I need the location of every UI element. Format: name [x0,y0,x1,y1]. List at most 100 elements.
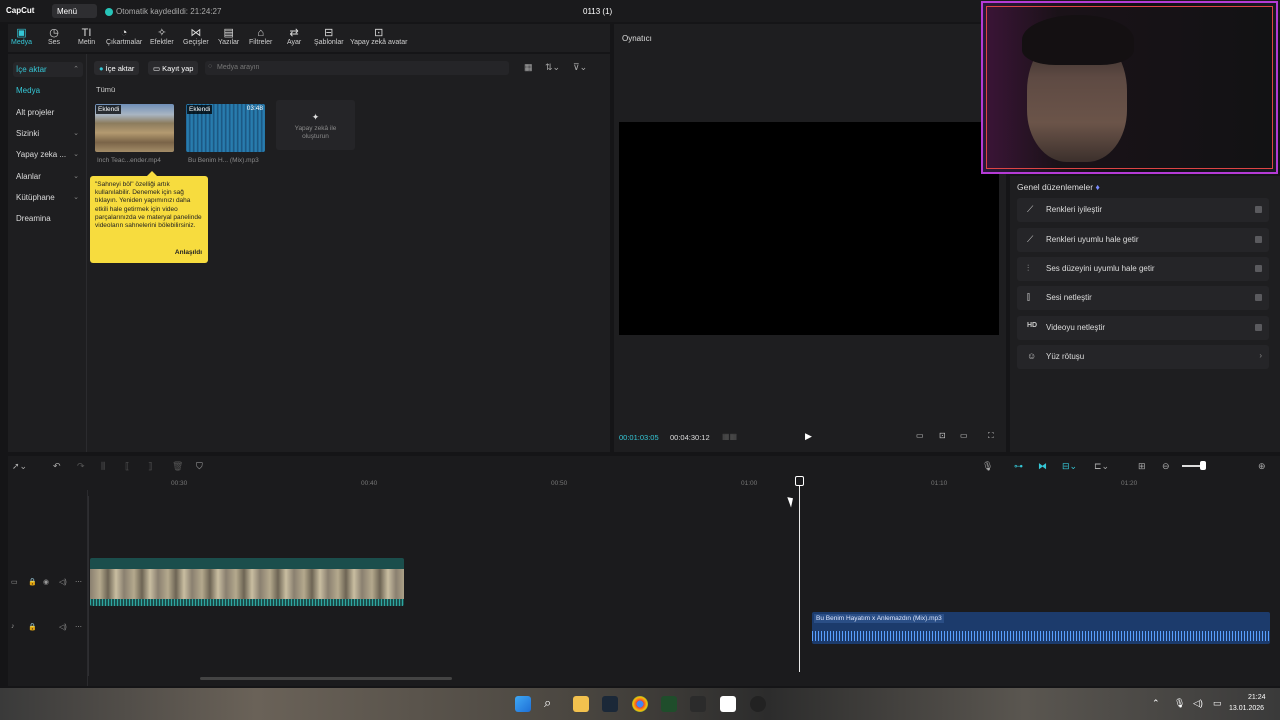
more-icon[interactable]: ⋯ [75,578,82,586]
tool-transitions[interactable]: ⋈ Geçişler [183,27,209,46]
sidenav-item-import[interactable]: İçe aktar ⌃ [13,62,83,77]
search-placeholder: Medya arayın [217,64,260,71]
tooltip-ok-button[interactable]: Anlaşıldı [175,249,202,257]
sort-icon[interactable]: ⇅⌄ [545,62,560,73]
option-enhance-colors[interactable]: ⟋ Renkleri iyileştir [1017,198,1269,222]
tool-captions[interactable]: ▤ Yazılar [218,27,239,46]
menu-button[interactable]: Menü [52,4,97,18]
grid-view-icon[interactable]: ▦ [524,62,533,73]
option-toggle[interactable] [1255,206,1262,213]
undo-icon[interactable]: ↶ [53,461,61,472]
microphone-icon[interactable]: 🎙 [1174,698,1185,709]
sidenav-item-yours[interactable]: Sizinki ⌄ [13,126,83,141]
lock-icon[interactable]: 🔒 [28,578,37,586]
zoom-slider-handle[interactable] [1200,461,1206,470]
tool-filters[interactable]: ⌂ Filtreler [249,27,272,46]
aspect-icon[interactable]: ▭ [960,431,968,440]
video-clip[interactable] [90,558,404,606]
audio-waveform [812,631,1270,641]
play-button[interactable]: ▶ [805,431,812,442]
network-icon[interactable]: ▭ [1213,698,1222,709]
tool-adjust[interactable]: ⇄ Ayar [287,27,301,46]
eye-icon[interactable]: ◉ [43,578,49,586]
filter-icon[interactable]: ⊽⌄ [573,62,587,73]
capcut-icon[interactable] [720,696,736,712]
tool-stickers[interactable]: ◔ Çıkartmalar [106,27,142,46]
tray-expand-icon[interactable]: ⌃ [1152,698,1160,709]
sidenav-item-subprojects[interactable]: Alt projeler [13,105,83,120]
windows-taskbar: ⌕ ⌃ 🎙 ◁) ▭ 21:24 13.01.2026 [0,688,1280,720]
zoom-fit-icon[interactable]: ⊡ [939,431,946,440]
microphone-icon[interactable]: 🎙 [982,461,993,472]
redo-icon[interactable]: ↷ [77,461,85,472]
fit-timeline-icon[interactable]: ⊞ [1138,461,1146,472]
track-divider [88,496,89,676]
speaker-icon[interactable]: ◁) [59,623,67,631]
volume-icon[interactable]: ◁) [1193,698,1203,709]
ai-create-card[interactable]: ✦ Yapay zekâ ile oluşturun [276,100,355,150]
epic-games-icon[interactable] [690,696,706,712]
option-toggle[interactable] [1255,294,1262,301]
option-video-enhance[interactable]: HD Videoyu netleştir [1017,316,1269,340]
clock-date[interactable]: 13.01.2026 [1229,705,1264,712]
timecode-mode-icon[interactable]: ▦▦ [722,432,737,441]
tool-templates[interactable]: ⊟ Şablonlar [314,27,344,46]
sidenav-item-media[interactable]: Medya [13,83,83,98]
fullscreen-icon[interactable]: ⛶ [988,431,994,441]
tool-ai-avatar[interactable]: ⊡ Yapay zekâ avatar [350,27,407,46]
sidenav-item-spaces[interactable]: Alanlar ⌄ [13,169,83,184]
timeline-ruler[interactable]: 00:30 00:40 00:50 01:00 01:10 01:20 [8,476,1280,490]
timeline-scrollbar[interactable] [200,677,452,680]
lock-icon[interactable]: 🔒 [28,623,37,631]
split-icon[interactable]: ⫼ [101,461,105,472]
clock-time[interactable]: 21:24 [1248,694,1266,701]
windows-start-icon[interactable] [515,696,531,712]
playhead-handle[interactable] [795,476,804,486]
playhead[interactable] [799,478,800,672]
ratio-icon[interactable]: ▭ [916,431,924,440]
option-toggle[interactable] [1255,324,1262,331]
media-item-video[interactable]: Eklendi [95,104,174,152]
tool-text[interactable]: TI Metin [78,27,95,46]
tool-media[interactable]: ▣ Medya [11,27,32,46]
split-left-icon[interactable]: ⟦ [125,461,129,472]
sidenav-item-library[interactable]: Kütüphane ⌄ [13,190,83,205]
link-clips-icon[interactable]: ⊟⌄ [1062,461,1077,472]
terminal-icon[interactable] [661,696,677,712]
media-item-audio[interactable]: Eklendi 03:48 [186,104,265,152]
select-tool-icon[interactable]: ➚⌄ [12,461,27,472]
option-face-retouch[interactable]: ☺ Yüz rötuşu › [1017,345,1269,369]
record-button[interactable]: ▭ Kayıt yap [148,61,199,75]
preview-axis-icon[interactable]: ⊏⌄ [1094,461,1109,472]
option-toggle[interactable] [1255,236,1262,243]
ruler-tick: 01:10 [931,480,948,487]
chrome-icon[interactable] [632,696,648,712]
split-right-icon[interactable]: ⟧ [148,461,152,472]
search-icon[interactable]: ⌕ [544,695,551,711]
link-main-track-icon[interactable]: ⊶ [1014,461,1023,472]
sidenav-item-dreamina[interactable]: Dreamina [13,211,83,226]
more-icon[interactable]: ⋯ [75,623,82,631]
sidenav-item-ai[interactable]: Yapay zeka ... ⌄ [13,147,83,162]
option-volume-normalize[interactable]: ⫶ Ses düzeyini uyumlu hale getir [1017,257,1269,281]
import-button[interactable]: ● İçe aktar [94,61,140,75]
option-color-match[interactable]: ⟋ Renkleri uyumlu hale getir [1017,228,1269,252]
obs-icon[interactable] [750,696,766,712]
option-audio-enhance[interactable]: ⫿ Sesi netleştir [1017,286,1269,310]
audio-clip[interactable]: Bu Benim Hayatım x Anlemazdın (Mix).mp3 [812,612,1270,644]
zoom-out-icon[interactable]: ⊖ [1162,461,1170,472]
tool-effects[interactable]: ✧ Efektler [150,27,174,46]
marker-icon[interactable]: ⛉ [196,461,203,472]
media-search-input[interactable]: ○ Medya arayın [205,61,509,75]
zoom-in-icon[interactable]: ⊕ [1258,461,1266,472]
delete-icon[interactable]: 🗑 [172,461,183,472]
player-viewport[interactable] [619,122,999,335]
option-toggle[interactable] [1255,265,1262,272]
tool-audio[interactable]: ◷ Ses [48,27,60,46]
speaker-icon[interactable]: ◁) [59,578,67,586]
snap-icon[interactable]: ⧓ [1038,461,1047,472]
ai-create-label: Yapay zekâ ile oluşturun [294,125,337,140]
steam-icon[interactable] [602,696,618,712]
file-explorer-icon[interactable] [573,696,589,712]
sidenav-label: Alt projeler [16,108,55,117]
